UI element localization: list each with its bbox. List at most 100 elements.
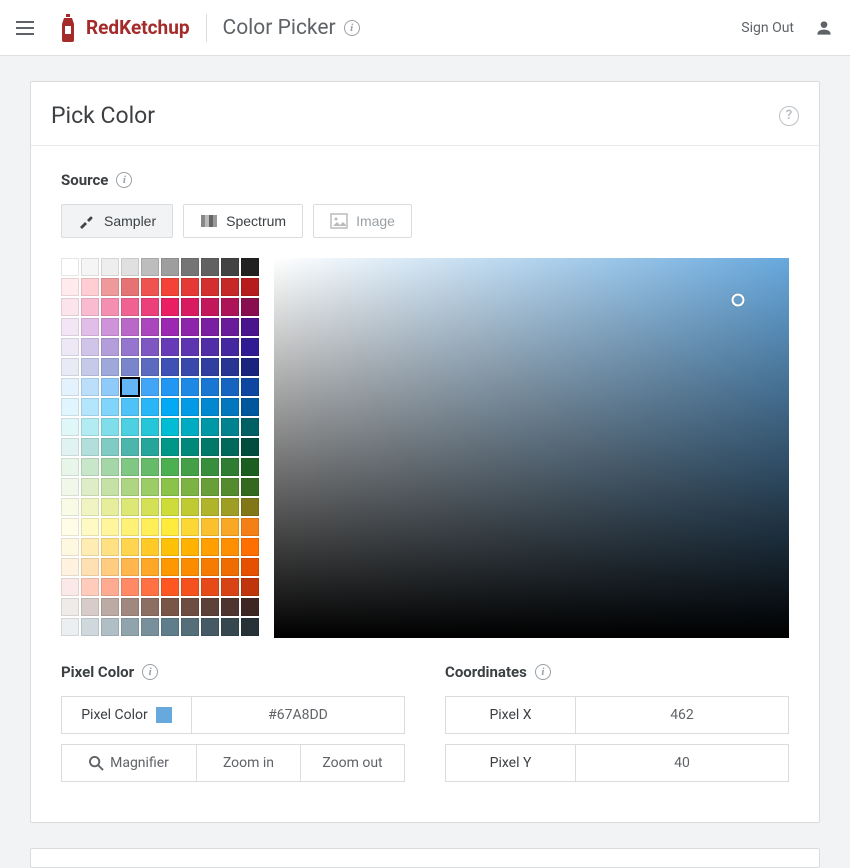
color-swatch[interactable] [121, 358, 139, 376]
color-swatch[interactable] [161, 358, 179, 376]
color-swatch[interactable] [161, 298, 179, 316]
color-swatch[interactable] [101, 618, 119, 636]
color-swatch[interactable] [241, 498, 259, 516]
color-swatch[interactable] [81, 618, 99, 636]
color-swatch[interactable] [141, 398, 159, 416]
color-swatch[interactable] [121, 598, 139, 616]
color-swatch[interactable] [241, 458, 259, 476]
color-swatch[interactable] [121, 318, 139, 336]
color-swatch[interactable] [61, 298, 79, 316]
color-swatch[interactable] [241, 598, 259, 616]
color-swatch[interactable] [141, 438, 159, 456]
color-swatch[interactable] [61, 458, 79, 476]
color-swatch[interactable] [101, 438, 119, 456]
color-swatch[interactable] [101, 478, 119, 496]
color-swatch[interactable] [141, 378, 159, 396]
color-swatch[interactable] [141, 538, 159, 556]
color-swatch[interactable] [181, 598, 199, 616]
color-swatch[interactable] [141, 458, 159, 476]
color-swatch[interactable] [141, 258, 159, 276]
color-swatch[interactable] [181, 258, 199, 276]
color-swatch[interactable] [221, 478, 239, 496]
color-swatch[interactable] [241, 558, 259, 576]
color-swatch[interactable] [241, 318, 259, 336]
info-icon[interactable]: i [535, 664, 551, 680]
color-swatch[interactable] [161, 378, 179, 396]
color-swatch[interactable] [221, 398, 239, 416]
color-swatch[interactable] [81, 558, 99, 576]
color-swatch[interactable] [81, 458, 99, 476]
color-swatch[interactable] [141, 298, 159, 316]
color-swatch[interactable] [61, 478, 79, 496]
color-swatch[interactable] [141, 318, 159, 336]
color-swatch[interactable] [181, 338, 199, 356]
zoom-in-button[interactable]: Zoom in [197, 744, 301, 782]
color-swatch[interactable] [201, 378, 219, 396]
color-swatch[interactable] [161, 558, 179, 576]
color-swatch[interactable] [201, 258, 219, 276]
color-swatch[interactable] [221, 538, 239, 556]
color-swatch[interactable] [121, 398, 139, 416]
color-swatch[interactable] [141, 338, 159, 356]
color-swatch[interactable] [241, 398, 259, 416]
color-swatch[interactable] [81, 438, 99, 456]
color-swatch[interactable] [181, 458, 199, 476]
color-swatch[interactable] [81, 258, 99, 276]
color-swatch[interactable] [241, 258, 259, 276]
color-swatch[interactable] [121, 378, 139, 396]
color-swatch[interactable] [121, 298, 139, 316]
color-swatch[interactable] [181, 378, 199, 396]
pixel-x-value[interactable]: 462 [575, 696, 789, 734]
color-swatch[interactable] [81, 478, 99, 496]
color-swatch[interactable] [241, 438, 259, 456]
color-swatch[interactable] [181, 278, 199, 296]
color-swatch[interactable] [141, 278, 159, 296]
color-swatch[interactable] [161, 398, 179, 416]
color-swatch[interactable] [221, 598, 239, 616]
color-swatch[interactable] [221, 458, 239, 476]
color-swatch[interactable] [61, 318, 79, 336]
color-swatch[interactable] [141, 558, 159, 576]
color-swatch[interactable] [201, 498, 219, 516]
color-swatch[interactable] [221, 578, 239, 596]
color-swatch[interactable] [221, 258, 239, 276]
color-swatch[interactable] [81, 298, 99, 316]
color-swatch[interactable] [101, 358, 119, 376]
color-swatch[interactable] [241, 298, 259, 316]
color-swatch[interactable] [121, 538, 139, 556]
sign-out-link[interactable]: Sign Out [741, 20, 794, 36]
info-icon[interactable]: i [142, 664, 158, 680]
color-swatch[interactable] [241, 338, 259, 356]
color-swatch[interactable] [161, 498, 179, 516]
color-swatch[interactable] [241, 378, 259, 396]
color-swatch[interactable] [101, 538, 119, 556]
color-swatch[interactable] [241, 518, 259, 536]
color-swatch[interactable] [101, 398, 119, 416]
zoom-out-button[interactable]: Zoom out [301, 744, 405, 782]
color-swatch[interactable] [101, 278, 119, 296]
color-swatch[interactable] [61, 558, 79, 576]
color-swatch[interactable] [201, 398, 219, 416]
color-swatch[interactable] [61, 418, 79, 436]
color-swatch[interactable] [201, 558, 219, 576]
color-swatch[interactable] [221, 338, 239, 356]
pixel-y-value[interactable]: 40 [575, 744, 789, 782]
color-swatch[interactable] [101, 378, 119, 396]
color-swatch[interactable] [201, 598, 219, 616]
color-swatch[interactable] [181, 398, 199, 416]
color-swatch[interactable] [61, 598, 79, 616]
color-swatch[interactable] [221, 358, 239, 376]
color-swatch[interactable] [81, 358, 99, 376]
color-swatch[interactable] [181, 298, 199, 316]
color-swatch[interactable] [181, 558, 199, 576]
help-icon[interactable]: ? [779, 106, 799, 126]
color-swatch[interactable] [221, 438, 239, 456]
color-swatch[interactable] [121, 458, 139, 476]
color-swatch[interactable] [181, 618, 199, 636]
color-swatch[interactable] [61, 498, 79, 516]
color-swatch[interactable] [61, 258, 79, 276]
color-swatch[interactable] [221, 618, 239, 636]
color-swatch[interactable] [81, 378, 99, 396]
color-swatch[interactable] [201, 318, 219, 336]
color-swatch[interactable] [61, 338, 79, 356]
